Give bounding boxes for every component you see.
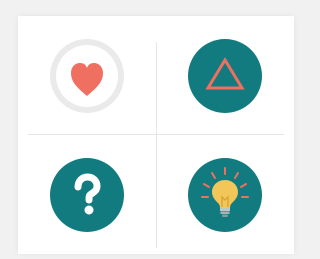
question-tile[interactable] bbox=[18, 135, 156, 254]
triangle-icon bbox=[187, 38, 263, 114]
lightbulb-tile[interactable] bbox=[156, 135, 294, 254]
heart-tile[interactable] bbox=[18, 16, 156, 135]
triangle-tile[interactable] bbox=[156, 16, 294, 135]
heart-icon bbox=[49, 38, 125, 114]
icon-grid bbox=[18, 16, 294, 254]
icon-card bbox=[18, 16, 294, 254]
lightbulb-icon bbox=[187, 157, 263, 233]
question-mark-icon bbox=[49, 157, 125, 233]
